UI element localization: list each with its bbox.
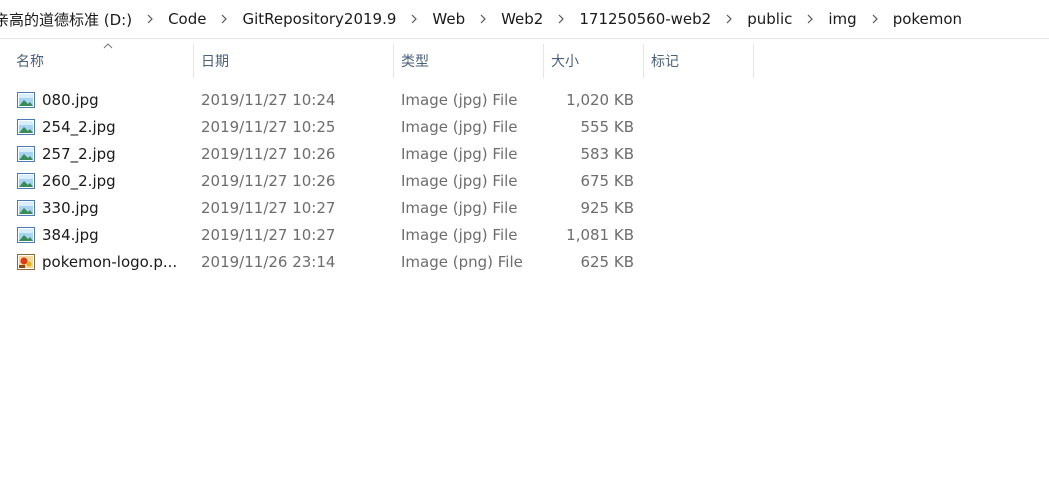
file-name[interactable]: 260_2.jpg (42, 172, 182, 190)
file-row[interactable]: 080.jpg 2019/11/27 10:24 Image (jpg) Fil… (0, 87, 1049, 114)
column-header-tags-label: 标记 (651, 54, 679, 70)
column-header-date[interactable]: 日期 (194, 44, 394, 78)
chevron-right-icon[interactable] (140, 14, 160, 24)
column-header-date-label: 日期 (201, 54, 229, 70)
sort-ascending-icon (103, 43, 113, 49)
file-size: 583 KB (580, 145, 634, 163)
column-header-tags[interactable]: 标记 (644, 44, 754, 78)
file-date: 2019/11/26 23:14 (201, 253, 336, 271)
jpg-image-icon (17, 146, 35, 162)
file-size: 555 KB (580, 118, 634, 136)
file-date: 2019/11/27 10:26 (201, 145, 336, 163)
file-type: Image (jpg) File (401, 226, 518, 244)
breadcrumb: 亲高的道德标准 (D:) Code GitRepository2019.9 We… (0, 0, 1049, 39)
chevron-right-icon[interactable] (719, 14, 739, 24)
file-type: Image (jpg) File (401, 145, 518, 163)
breadcrumb-item-web2[interactable]: Web2 (493, 10, 551, 28)
breadcrumb-item-gitrepository[interactable]: GitRepository2019.9 (234, 10, 404, 28)
file-row[interactable]: pokemon-logo.p... 2019/11/26 23:14 Image… (0, 249, 1049, 276)
file-type: Image (jpg) File (401, 199, 518, 217)
chevron-right-icon[interactable] (551, 14, 571, 24)
breadcrumb-item-web[interactable]: Web (424, 10, 473, 28)
file-date: 2019/11/27 10:24 (201, 91, 336, 109)
chevron-right-icon[interactable] (214, 14, 234, 24)
file-name[interactable]: 330.jpg (42, 199, 182, 217)
breadcrumb-item-drive[interactable]: 亲高的道德标准 (D:) (0, 9, 140, 30)
png-image-icon (17, 254, 35, 270)
file-name[interactable]: 257_2.jpg (42, 145, 182, 163)
breadcrumb-item-pokemon[interactable]: pokemon (885, 10, 970, 28)
column-header-size[interactable]: 大小 (544, 44, 644, 78)
file-name[interactable]: 384.jpg (42, 226, 182, 244)
chevron-right-icon[interactable] (865, 14, 885, 24)
jpg-image-icon (17, 119, 35, 135)
chevron-right-icon[interactable] (404, 14, 424, 24)
column-header-size-label: 大小 (551, 54, 579, 70)
column-header: 名称 日期 类型 大小 标记 (0, 43, 1049, 78)
breadcrumb-item-code[interactable]: Code (160, 10, 214, 28)
file-date: 2019/11/27 10:25 (201, 118, 336, 136)
column-header-type[interactable]: 类型 (394, 44, 544, 78)
chevron-right-icon[interactable] (800, 14, 820, 24)
jpg-image-icon (17, 227, 35, 243)
file-row[interactable]: 384.jpg 2019/11/27 10:27 Image (jpg) Fil… (0, 222, 1049, 249)
file-explorer-window: 亲高的道德标准 (D:) Code GitRepository2019.9 We… (0, 0, 1049, 491)
file-row[interactable]: 330.jpg 2019/11/27 10:27 Image (jpg) Fil… (0, 195, 1049, 222)
column-header-type-label: 类型 (401, 54, 429, 70)
jpg-image-icon (17, 200, 35, 216)
file-size: 925 KB (580, 199, 634, 217)
file-name[interactable]: 080.jpg (42, 91, 182, 109)
column-header-name-label: 名称 (16, 54, 44, 70)
file-type: Image (png) File (401, 253, 523, 271)
file-size: 625 KB (580, 253, 634, 271)
file-size: 1,020 KB (566, 91, 634, 109)
breadcrumb-item-public[interactable]: public (739, 10, 800, 28)
jpg-image-icon (17, 92, 35, 108)
jpg-image-icon (17, 173, 35, 189)
column-header-name[interactable]: 名称 (9, 43, 194, 78)
file-name[interactable]: pokemon-logo.p... (42, 253, 182, 271)
file-date: 2019/11/27 10:26 (201, 172, 336, 190)
file-date: 2019/11/27 10:27 (201, 226, 336, 244)
breadcrumb-item-img[interactable]: img (820, 10, 864, 28)
file-size: 675 KB (580, 172, 634, 190)
file-size: 1,081 KB (566, 226, 634, 244)
chevron-right-icon[interactable] (473, 14, 493, 24)
file-row[interactable]: 257_2.jpg 2019/11/27 10:26 Image (jpg) F… (0, 141, 1049, 168)
file-list: 080.jpg 2019/11/27 10:24 Image (jpg) Fil… (0, 87, 1049, 276)
file-type: Image (jpg) File (401, 118, 518, 136)
file-type: Image (jpg) File (401, 91, 518, 109)
file-row[interactable]: 254_2.jpg 2019/11/27 10:25 Image (jpg) F… (0, 114, 1049, 141)
breadcrumb-item-project[interactable]: 171250560-web2 (571, 10, 719, 28)
file-date: 2019/11/27 10:27 (201, 199, 336, 217)
file-row[interactable]: 260_2.jpg 2019/11/27 10:26 Image (jpg) F… (0, 168, 1049, 195)
file-name[interactable]: 254_2.jpg (42, 118, 182, 136)
file-type: Image (jpg) File (401, 172, 518, 190)
